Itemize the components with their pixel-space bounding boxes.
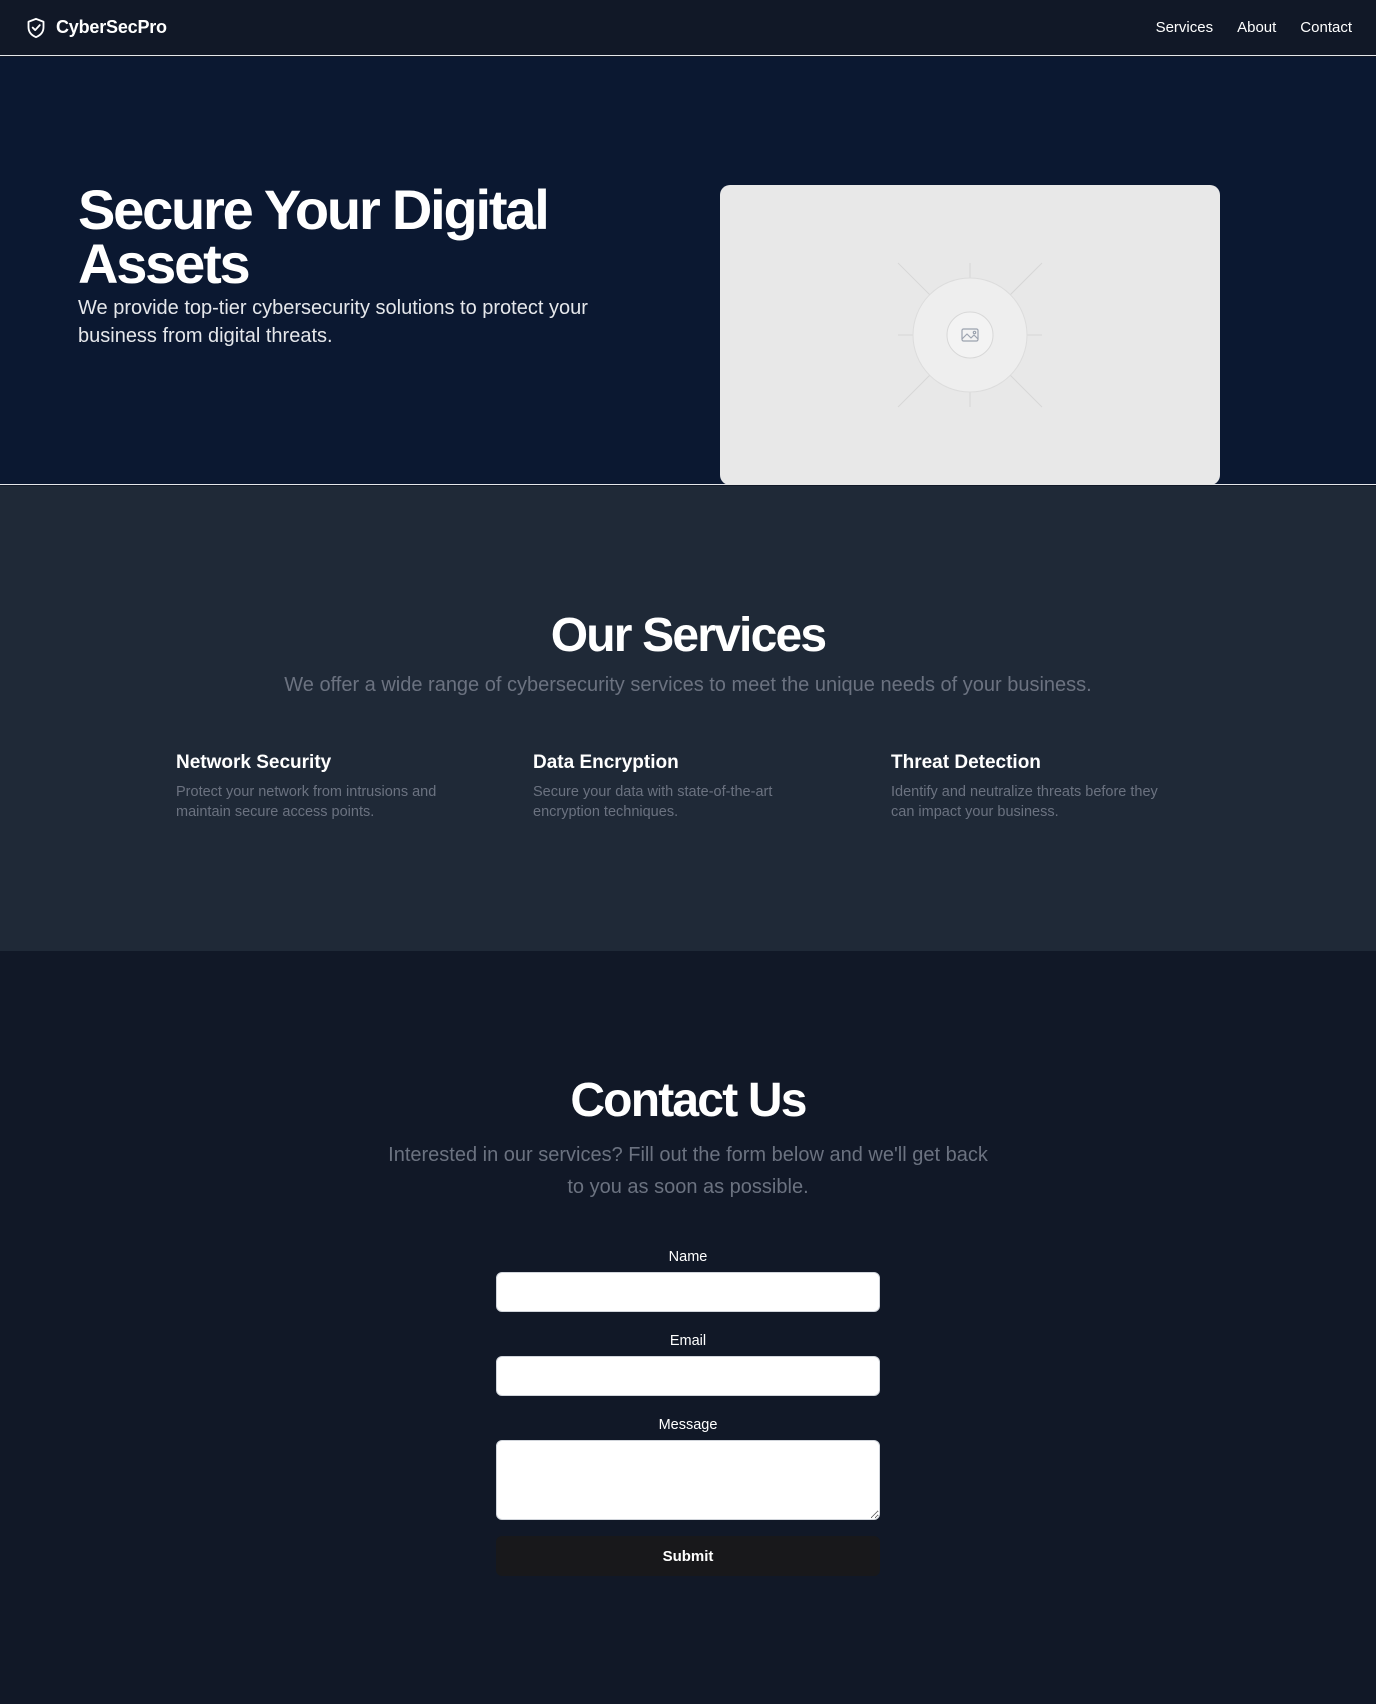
email-label: Email <box>669 1333 707 1349</box>
services-subtitle: We offer a wide range of cybersecurity s… <box>284 674 1092 696</box>
message-textarea[interactable] <box>496 1440 880 1520</box>
service-card-data-encryption: Data Encryption Secure your data with st… <box>533 752 823 822</box>
service-title: Network Security <box>176 752 332 773</box>
service-description: Secure your data with state-of-the-art e… <box>533 784 773 820</box>
hero-section: Secure Your Digital Assets We provide to… <box>0 57 1376 485</box>
service-card-network-security: Network Security Protect your network fr… <box>176 752 466 822</box>
shield-check-icon <box>27 17 45 38</box>
services-title: Our Services <box>550 609 827 662</box>
nav-link-services[interactable]: Services <box>1156 19 1214 36</box>
service-description: Protect your network from intrusions and… <box>176 784 437 820</box>
hero-subtitle: We provide top-tier cybersecurity soluti… <box>78 297 588 347</box>
name-label: Name <box>668 1249 708 1265</box>
contact-title: Contact Us <box>570 1074 807 1127</box>
submit-button[interactable]: Submit <box>496 1536 880 1576</box>
brand-link[interactable]: CyberSecPro <box>26 17 167 39</box>
hero-image-placeholder <box>720 185 1220 485</box>
site-header: CyberSecPro Services About Contact <box>0 0 1376 56</box>
services-section: Our Services We offer a wide range of cy… <box>0 486 1376 951</box>
hero-title: Secure Your Digital Assets <box>78 178 550 295</box>
service-description: Identify and neutralize threats before t… <box>891 784 1158 820</box>
service-title: Threat Detection <box>891 752 1041 773</box>
brand-name: CyberSecPro <box>56 17 167 37</box>
service-title: Data Encryption <box>533 752 679 773</box>
contact-subtitle: Interested in our services? Fill out the… <box>388 1144 988 1198</box>
email-input[interactable] <box>496 1356 880 1396</box>
contact-section: Contact Us Interested in our services? F… <box>0 951 1376 1704</box>
nav-link-contact[interactable]: Contact <box>1300 19 1352 36</box>
name-input[interactable] <box>496 1272 880 1312</box>
main-nav: Services About Contact <box>1156 19 1352 36</box>
image-placeholder-icon <box>897 262 1043 408</box>
message-label: Message <box>658 1417 718 1433</box>
service-card-threat-detection: Threat Detection Identify and neutralize… <box>891 752 1181 822</box>
nav-link-about[interactable]: About <box>1237 19 1276 36</box>
